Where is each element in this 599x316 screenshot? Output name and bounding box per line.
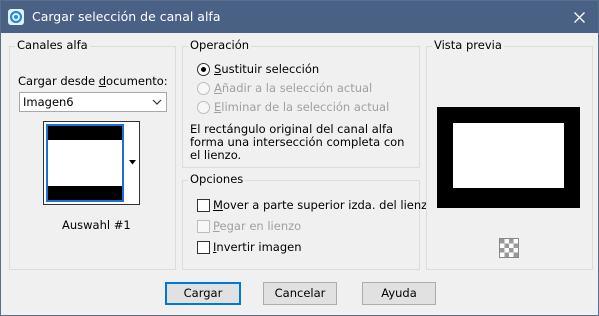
alpha-channels-legend: Canales alfa bbox=[15, 38, 90, 52]
channel-thumbnail[interactable] bbox=[43, 121, 127, 205]
close-icon bbox=[574, 12, 585, 23]
checkbox-paste-canvas[interactable] bbox=[197, 220, 210, 233]
close-button[interactable] bbox=[561, 1, 597, 33]
channel-dropdown-button[interactable] bbox=[126, 121, 140, 205]
operation-description-line-2: forma una intersección completa con bbox=[190, 135, 405, 149]
radio-remove-label[interactable]: Eliminar de la selección actual bbox=[214, 100, 389, 114]
checkbox-move-top-left-label[interactable]: Mover a parte superior izda. del lienzo bbox=[213, 198, 434, 212]
app-icon bbox=[8, 9, 24, 25]
dialog-window: Cargar selección de canal alfa Canales a… bbox=[0, 0, 599, 316]
radio-replace[interactable] bbox=[197, 63, 210, 76]
preview-legend: Vista previa bbox=[432, 38, 504, 52]
help-button[interactable]: Ayuda bbox=[362, 282, 436, 305]
radio-remove[interactable] bbox=[197, 101, 210, 114]
load-from-label: Cargar desde documento: bbox=[18, 74, 168, 88]
channel-name: Auswahl #1 bbox=[62, 218, 131, 232]
checkbox-paste-canvas-label[interactable]: Pegar en lienzo bbox=[213, 219, 301, 233]
checkerboard-icon[interactable] bbox=[499, 238, 519, 258]
document-select-value: Imagen6 bbox=[23, 95, 74, 109]
channel-thumbnail-image bbox=[46, 124, 124, 202]
options-legend: Opciones bbox=[188, 172, 246, 186]
operation-description-line-3: el lienzo. bbox=[190, 148, 242, 162]
operation-description-line-1: El rectángulo original del canal alfa bbox=[190, 122, 394, 136]
radio-replace-label[interactable]: Sustituir selección bbox=[214, 62, 319, 76]
checkbox-move-top-left[interactable] bbox=[197, 199, 210, 212]
checkbox-invert-label[interactable]: Invertir imagen bbox=[213, 240, 302, 254]
window-title: Cargar selección de canal alfa bbox=[32, 9, 221, 24]
radio-add[interactable] bbox=[197, 82, 210, 95]
radio-add-label[interactable]: Añadir a la selección actual bbox=[214, 81, 372, 95]
checkbox-invert[interactable] bbox=[197, 241, 210, 254]
title-bar[interactable]: Cargar selección de canal alfa bbox=[1, 1, 598, 33]
triangle-down-icon bbox=[129, 160, 136, 165]
load-button[interactable]: Cargar bbox=[165, 282, 241, 305]
chevron-down-icon bbox=[152, 99, 162, 105]
document-select[interactable]: Imagen6 bbox=[19, 92, 167, 112]
operation-legend: Operación bbox=[188, 38, 252, 52]
cancel-button[interactable]: Cancelar bbox=[263, 282, 337, 305]
preview-selection bbox=[453, 123, 564, 188]
